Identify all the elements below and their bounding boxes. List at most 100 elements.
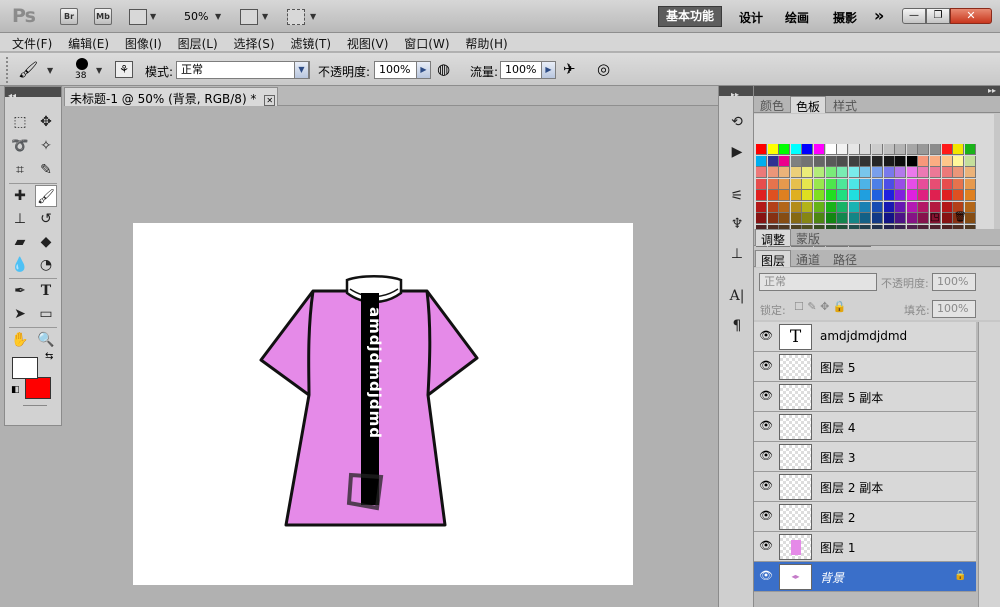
color-swatch[interactable]	[964, 190, 976, 201]
menu-file[interactable]: 文件(F)	[12, 33, 52, 52]
chevron-down-icon[interactable]: ▼	[96, 66, 102, 75]
layer-opacity-input[interactable]: 100%	[932, 273, 976, 291]
eraser-tool-icon[interactable]: ▰	[9, 231, 31, 253]
layer-row[interactable]: 👁 图层 2 副本	[754, 472, 976, 502]
tab-layers[interactable]: 图层	[755, 250, 792, 268]
arrange-documents-icon[interactable]	[240, 9, 258, 25]
color-swatch[interactable]	[825, 190, 837, 201]
color-swatch[interactable]	[918, 201, 930, 213]
color-swatch[interactable]	[790, 213, 802, 224]
color-swatch[interactable]	[790, 178, 802, 190]
paint-bucket-tool-icon[interactable]: ◆	[35, 231, 57, 253]
mode-select[interactable]: 正常	[176, 61, 310, 79]
shape-tool-icon[interactable]: ▭	[35, 303, 57, 325]
tab-masks[interactable]: 蒙版	[791, 229, 825, 246]
color-swatch[interactable]	[872, 155, 883, 167]
color-swatch[interactable]	[802, 213, 814, 224]
color-swatch[interactable]	[860, 190, 872, 201]
color-swatch[interactable]	[767, 178, 779, 190]
color-swatch[interactable]	[906, 167, 918, 178]
color-swatch[interactable]	[860, 155, 872, 167]
color-swatch[interactable]	[941, 155, 953, 167]
layer-row[interactable]: 👁 图层 4	[754, 412, 976, 442]
color-swatch[interactable]	[906, 201, 918, 213]
mini-bridge-button[interactable]: Mb	[94, 8, 112, 25]
eye-icon[interactable]: 👁	[759, 330, 773, 341]
color-swatch[interactable]	[756, 167, 767, 178]
menu-layer[interactable]: 图层(L)	[178, 33, 218, 52]
color-swatch[interactable]	[848, 190, 860, 201]
chevron-right-icon[interactable]: ▶	[416, 61, 431, 79]
character-icon[interactable]: A|	[726, 286, 748, 306]
color-swatch[interactable]	[953, 155, 965, 167]
color-swatch[interactable]	[848, 144, 860, 155]
color-swatch[interactable]	[964, 178, 976, 190]
color-swatch[interactable]	[779, 144, 791, 155]
color-swatch[interactable]	[814, 190, 825, 201]
brush-panel-icon[interactable]: ⚘	[115, 61, 133, 78]
color-swatch[interactable]	[825, 155, 837, 167]
chevron-down-icon[interactable]: ▼	[150, 12, 156, 21]
color-swatch[interactable]	[872, 178, 883, 190]
layer-row[interactable]: 👁 图层 1	[754, 532, 976, 562]
color-swatch[interactable]	[779, 155, 791, 167]
color-swatch[interactable]	[918, 178, 930, 190]
color-swatch[interactable]	[953, 167, 965, 178]
dodge-tool-icon[interactable]: ◔	[35, 254, 57, 276]
workspace-painting-button[interactable]: 绘画	[785, 9, 809, 26]
color-swatch[interactable]	[825, 201, 837, 213]
color-swatch[interactable]	[918, 190, 930, 201]
eye-icon[interactable]: 👁	[759, 540, 773, 551]
restore-icon[interactable]: ❐	[926, 8, 950, 24]
quick-select-tool-icon[interactable]: ✧	[35, 135, 57, 157]
color-swatch[interactable]	[825, 178, 837, 190]
close-tab-icon[interactable]: ✕	[264, 95, 276, 106]
color-swatch[interactable]	[779, 201, 791, 213]
color-swatch[interactable]	[895, 167, 907, 178]
color-swatch[interactable]	[860, 178, 872, 190]
color-swatch[interactable]	[767, 201, 779, 213]
color-swatch[interactable]	[883, 178, 895, 190]
color-swatch[interactable]	[837, 144, 849, 155]
color-swatch[interactable]	[918, 213, 930, 224]
color-swatch[interactable]	[825, 213, 837, 224]
color-swatch[interactable]	[872, 201, 883, 213]
color-swatch[interactable]	[895, 190, 907, 201]
color-swatch[interactable]	[964, 144, 976, 155]
layer-row[interactable]: 👁 图层 5 副本	[754, 382, 976, 412]
color-swatch[interactable]	[837, 178, 849, 190]
color-swatch[interactable]	[814, 155, 825, 167]
eye-icon[interactable]: 👁	[759, 360, 773, 371]
pressure-opacity-icon[interactable]: ◍	[437, 60, 450, 78]
color-swatch[interactable]	[930, 167, 941, 178]
color-swatch[interactable]	[848, 155, 860, 167]
actions-icon[interactable]: ▶	[726, 142, 748, 162]
color-swatch[interactable]	[930, 155, 941, 167]
color-swatch[interactable]	[848, 167, 860, 178]
color-swatch[interactable]	[802, 144, 814, 155]
color-swatch[interactable]	[930, 144, 941, 155]
color-swatch[interactable]	[895, 213, 907, 224]
chevron-down-icon[interactable]: ▼	[47, 66, 53, 75]
eyedropper-tool-icon[interactable]: ✎	[35, 159, 57, 181]
color-swatch[interactable]	[790, 155, 802, 167]
lasso-tool-icon[interactable]: ➰	[9, 135, 31, 157]
chevron-down-icon[interactable]: ▼	[294, 61, 309, 79]
eye-icon[interactable]: 👁	[759, 390, 773, 401]
color-swatch[interactable]	[930, 178, 941, 190]
color-swatch[interactable]	[848, 213, 860, 224]
color-swatch[interactable]	[802, 167, 814, 178]
chevron-down-icon[interactable]: ▼	[310, 12, 316, 21]
color-swatch[interactable]	[767, 213, 779, 224]
eye-icon[interactable]: 👁	[759, 450, 773, 461]
color-swatch[interactable]	[953, 201, 965, 213]
brush-presets-icon[interactable]: ⚟	[726, 186, 748, 206]
color-swatch[interactable]	[848, 178, 860, 190]
color-swatch[interactable]	[895, 178, 907, 190]
color-swatch[interactable]	[779, 178, 791, 190]
screen-mode-icon[interactable]	[287, 9, 305, 25]
color-swatch[interactable]	[872, 213, 883, 224]
brush-preset-icon[interactable]	[76, 58, 88, 70]
color-swatch[interactable]	[814, 144, 825, 155]
color-swatch[interactable]	[814, 178, 825, 190]
